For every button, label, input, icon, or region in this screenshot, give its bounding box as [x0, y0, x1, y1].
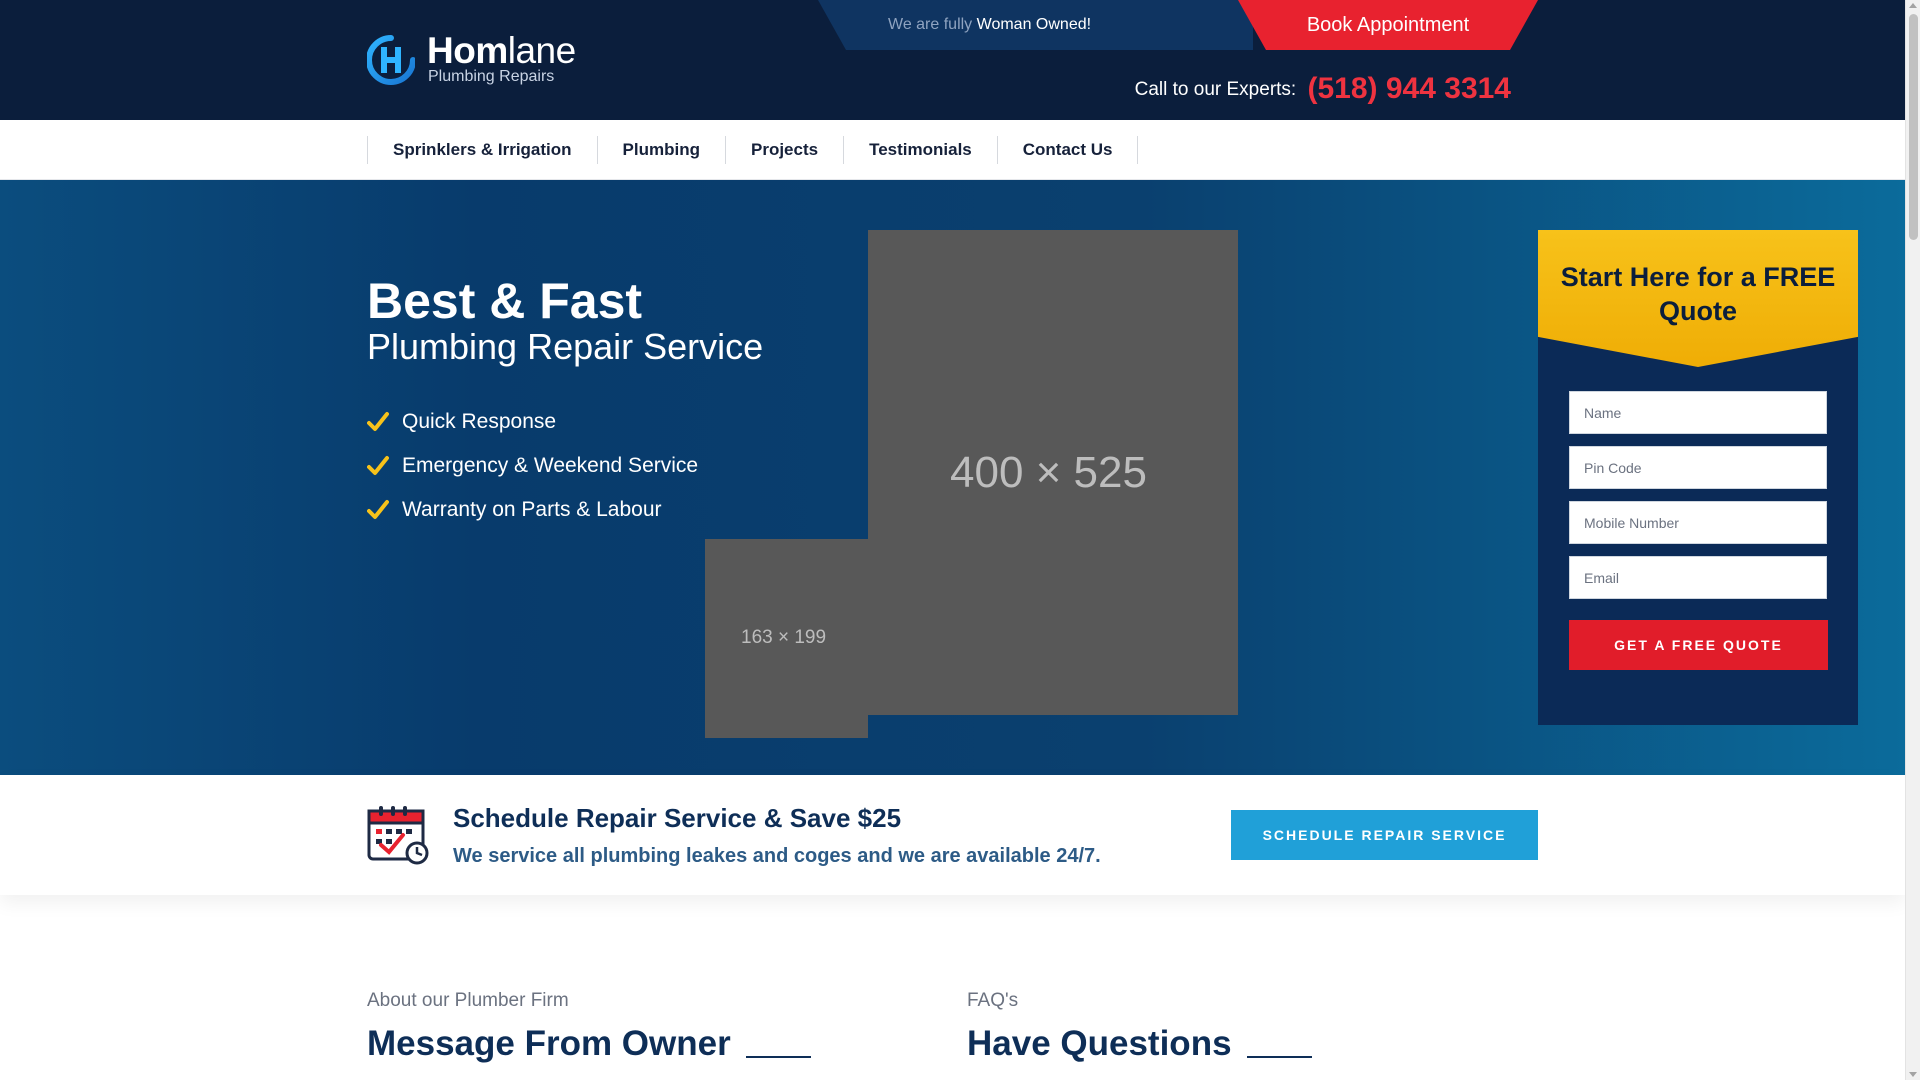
- scroll-up-arrow-icon[interactable]: [1909, 3, 1917, 8]
- nav-item-testimonials[interactable]: Testimonials: [843, 136, 997, 164]
- about-eyebrow: About our Plumber Firm: [367, 990, 569, 1011]
- brand-name: Homlane: [427, 30, 576, 71]
- list-item: Warranty on Parts & Labour: [367, 488, 698, 532]
- faq-section: FAQ's Have Questions: [967, 990, 1312, 1064]
- about-section: About our Plumber Firm Message From Owne…: [367, 990, 811, 1064]
- call-experts: Call to our Experts: (518) 944 3314: [1135, 72, 1511, 106]
- checkmark-icon: [367, 456, 389, 475]
- hero-title: Best & Fast: [367, 273, 643, 329]
- feature-label: Quick Response: [402, 410, 557, 433]
- placeholder-size-label: 400 × 525: [950, 448, 1147, 497]
- schedule-subtitle: We service all plumbing leakes and coges…: [453, 845, 1101, 867]
- placeholder-size-label: 163 × 199: [741, 627, 827, 648]
- logo-icon: [367, 35, 415, 85]
- book-appointment-button[interactable]: Book Appointment: [1238, 0, 1538, 50]
- woman-owned-banner: We are fully Woman Owned!: [818, 0, 1253, 50]
- calendar-check-icon: [367, 806, 429, 865]
- feature-label: Emergency & Weekend Service: [402, 454, 699, 477]
- placeholder-image-large: 400 × 525: [868, 230, 1238, 715]
- checkmark-icon: [367, 500, 389, 519]
- faq-heading: Have Questions: [967, 1024, 1312, 1064]
- quote-form: Start Here for a FREE Quote GET A FREE Q…: [1538, 230, 1858, 725]
- woman-owned-text: We are fully Woman Owned!: [888, 16, 1092, 33]
- heading-underline: [745, 1056, 811, 1058]
- heading-underline: [1246, 1056, 1312, 1058]
- page-scrollbar[interactable]: [1905, 0, 1920, 1080]
- call-label: Call to our Experts:: [1134, 79, 1297, 100]
- phone-number-link[interactable]: (518) 944 3314: [1308, 72, 1512, 105]
- logo[interactable]: Homlane Plumbing Repairs: [367, 30, 587, 90]
- placeholder-image-small: 163 × 199: [705, 539, 868, 738]
- hero-subtitle: Plumbing Repair Service: [367, 326, 764, 367]
- brand-tagline: Plumbing Repairs: [428, 68, 555, 85]
- nav-item-plumbing[interactable]: Plumbing: [596, 136, 725, 164]
- nav-item-sprinklers[interactable]: Sprinklers & Irrigation: [367, 136, 597, 164]
- faq-eyebrow: FAQ's: [967, 990, 1019, 1011]
- name-field[interactable]: [1569, 391, 1827, 434]
- mobile-number-field[interactable]: [1569, 501, 1827, 544]
- hero-section: Best & Fast Plumbing Repair Service Quic…: [0, 180, 1905, 775]
- feature-list: Quick Response Emergency & Weekend Servi…: [367, 400, 698, 532]
- site-header: Homlane Plumbing Repairs We are fully Wo…: [0, 0, 1905, 120]
- get-free-quote-button[interactable]: GET A FREE QUOTE: [1569, 620, 1828, 670]
- pin-code-field[interactable]: [1569, 446, 1827, 489]
- quote-form-title: Start Here for a FREE Quote: [1560, 262, 1836, 326]
- main-navigation: Sprinklers & Irrigation Plumbing Project…: [0, 120, 1905, 180]
- scroll-down-arrow-icon[interactable]: [1909, 1072, 1917, 1077]
- nav-item-projects[interactable]: Projects: [725, 136, 843, 164]
- nav-list: Sprinklers & Irrigation Plumbing Project…: [367, 136, 1139, 164]
- list-item: Emergency & Weekend Service: [367, 444, 698, 488]
- scrollbar-thumb[interactable]: [1909, 14, 1918, 240]
- list-item: Quick Response: [367, 400, 698, 444]
- checkmark-icon: [367, 412, 389, 431]
- schedule-banner: Schedule Repair Service & Save $25 We se…: [0, 775, 1905, 895]
- quote-form-header: Start Here for a FREE Quote: [1538, 230, 1858, 367]
- nav-item-contact[interactable]: Contact Us: [996, 136, 1139, 164]
- schedule-title: Schedule Repair Service & Save $25: [453, 803, 902, 833]
- feature-label: Warranty on Parts & Labour: [402, 498, 662, 521]
- about-heading: Message From Owner: [367, 1024, 811, 1064]
- email-field[interactable]: [1569, 556, 1827, 599]
- schedule-repair-button[interactable]: SCHEDULE REPAIR SERVICE: [1231, 810, 1538, 860]
